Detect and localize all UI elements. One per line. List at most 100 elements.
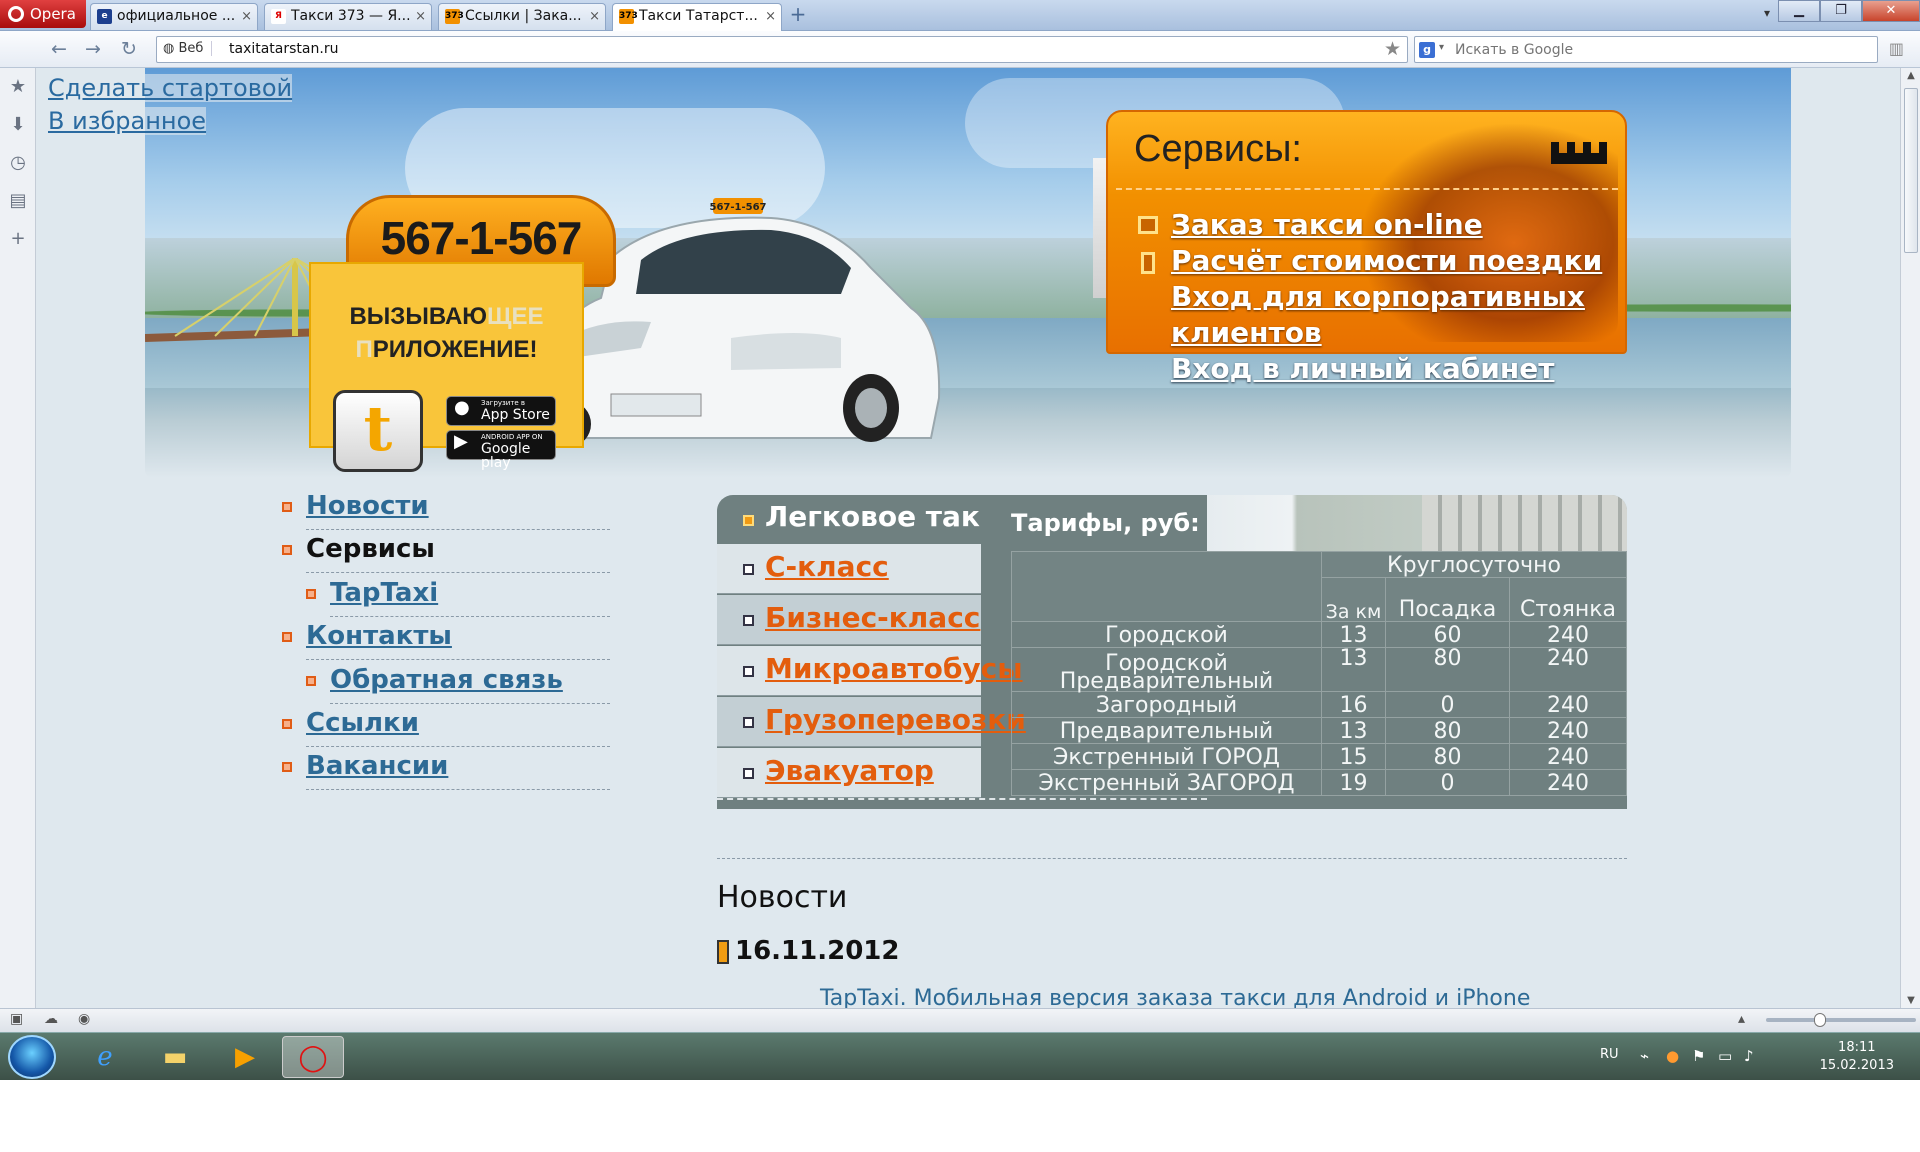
site-badge[interactable]: ◍ Веб xyxy=(163,41,213,56)
search-engine-chevron-icon[interactable]: ▾ xyxy=(1439,42,1444,53)
app-store-button[interactable]: ● Загрузите в App Store xyxy=(446,396,556,426)
zoom-slider[interactable] xyxy=(1766,1013,1916,1027)
bullet-icon xyxy=(743,564,754,575)
tab-title: Ссылки | Зака... xyxy=(465,8,582,24)
tab-0[interactable]: e официальное ... × xyxy=(90,3,258,30)
menu-item-services[interactable]: Сервисы xyxy=(282,529,610,573)
tab-1[interactable]: Я Такси 373 — Я... × xyxy=(264,3,432,30)
g-icon[interactable]: g xyxy=(1419,42,1435,58)
opera-logo-icon xyxy=(8,6,24,22)
table-cell: 13 xyxy=(1321,621,1386,648)
reload-button[interactable]: ↻ xyxy=(116,37,142,61)
downloads-icon[interactable]: ⬇ xyxy=(0,106,36,144)
volume-icon[interactable]: ♪ xyxy=(1744,1047,1754,1065)
category-cargo[interactable]: Грузоперевозки xyxy=(717,697,1026,747)
add-to-favorites-link[interactable]: В избранное xyxy=(48,107,207,135)
menu-item-label: Сервисы xyxy=(306,534,435,564)
fare-calculator-link[interactable]: Расчёт стоимости поездки xyxy=(1171,244,1602,277)
view-options-chevron-icon[interactable]: ▴ xyxy=(1738,1011,1745,1027)
table-cell: 240 xyxy=(1509,717,1627,744)
tab-3-active[interactable]: 373 Такси Татарст... × xyxy=(612,3,782,31)
table-header-group: Круглосуточно xyxy=(1321,551,1627,578)
minimize-button[interactable]: ▁ xyxy=(1778,0,1820,22)
opera-unite-cloud-icon[interactable]: ☁ xyxy=(44,1011,58,1027)
scroll-up-arrow-icon[interactable]: ▲ xyxy=(1901,70,1920,81)
search-input[interactable] xyxy=(1455,40,1865,60)
table-cell: 240 xyxy=(1509,647,1627,692)
menu-item-feedback[interactable]: Обратная связь xyxy=(306,660,610,704)
taptaxi-logo[interactable]: t xyxy=(333,390,423,472)
panel-toggle-icon[interactable]: ▥ xyxy=(1889,39,1904,58)
notes-icon[interactable]: ▤ xyxy=(0,182,36,220)
tab-close-icon[interactable]: × xyxy=(241,4,252,29)
order-taxi-online-link[interactable]: Заказ такси on-line xyxy=(1171,208,1483,241)
start-button[interactable] xyxy=(8,1035,56,1079)
display-icon[interactable]: ▭ xyxy=(1718,1047,1732,1065)
table-cell: Городской xyxy=(1011,621,1322,648)
bullet-icon xyxy=(743,666,754,677)
forward-button[interactable]: → xyxy=(80,37,106,61)
antivirus-icon[interactable]: ● xyxy=(1666,1047,1679,1065)
explorer-folder-icon[interactable]: ▬ xyxy=(144,1036,206,1078)
tab-close-icon[interactable]: × xyxy=(765,4,776,29)
tab-close-icon[interactable]: × xyxy=(415,4,426,29)
turbo-icon[interactable]: ◉ xyxy=(78,1011,90,1027)
language-indicator[interactable]: RU xyxy=(1600,1047,1619,1062)
category-c-class[interactable]: С-класс xyxy=(717,544,981,594)
table-row: Экстренный ЗАГОРОД 19 0 240 xyxy=(1011,769,1627,796)
make-start-page-link[interactable]: Сделать стартовой xyxy=(48,74,293,102)
url-text[interactable]: taxitatarstan.ru xyxy=(229,41,338,57)
bookmarks-star-icon[interactable]: ★ xyxy=(0,68,36,106)
clock[interactable]: 18:11 15.02.2013 xyxy=(1820,1039,1894,1075)
add-panel-icon[interactable]: + xyxy=(0,220,36,258)
bullet-icon xyxy=(743,615,754,626)
news-item-link[interactable]: TapTaxi. Мобильная версия заказа такси д… xyxy=(820,986,1530,1008)
373-icon: 373 xyxy=(619,9,638,24)
opera-menu-button[interactable]: Opera xyxy=(0,0,86,28)
bullet-icon xyxy=(743,515,754,526)
tab-list-chevron-icon[interactable]: ▾ xyxy=(1764,6,1770,20)
app-heading-part: ЩЕЕ xyxy=(487,303,544,330)
category-minibus[interactable]: Микроавтобусы xyxy=(717,646,1023,696)
corporate-login-link[interactable]: Вход для корпоративных xyxy=(1171,280,1585,313)
category-passenger-taxi-active[interactable]: Легковое такси xyxy=(717,495,981,543)
taxi-checker-icon xyxy=(1551,142,1607,164)
address-field[interactable]: ◍ Веб taxitatarstan.ru ★ xyxy=(156,36,1408,63)
vertical-scrollbar[interactable]: ▲ ▼ xyxy=(1900,68,1920,1008)
network-icon[interactable]: ⌁ xyxy=(1640,1047,1649,1065)
app-heading: ВЫЗЫВАЮЩЕЕ ПРИЛОЖЕНИЕ! xyxy=(311,264,582,366)
category-tow-truck[interactable]: Эвакуатор xyxy=(717,748,981,798)
back-button[interactable]: ← xyxy=(46,37,72,61)
corporate-login-link-2[interactable]: клиентов xyxy=(1171,316,1322,349)
window-controls: ▁ ❐ ✕ xyxy=(1778,0,1920,26)
table-cell: 240 xyxy=(1509,769,1627,796)
menu-item-vacancies[interactable]: Вакансии xyxy=(282,746,610,790)
panel-toggle-icon[interactable]: ▣ xyxy=(10,1011,23,1027)
opera-sidebar: ★ ⬇ ◷ ▤ + xyxy=(0,68,36,1008)
scroll-down-arrow-icon[interactable]: ▼ xyxy=(1901,995,1920,1006)
flag-icon[interactable]: ⚑ xyxy=(1692,1047,1705,1065)
google-play-button[interactable]: ▶ ANDROID APP ON Google play xyxy=(446,430,556,470)
media-player-icon[interactable]: ▶ xyxy=(214,1036,276,1078)
internet-explorer-icon[interactable]: e xyxy=(74,1036,136,1078)
address-toolbar: ← → ↻ ◍ Веб taxitatarstan.ru ★ g ▾ ▥ xyxy=(0,31,1920,68)
menu-item-links[interactable]: Ссылки xyxy=(282,703,610,747)
bookmark-star-icon[interactable]: ★ xyxy=(1384,38,1401,60)
history-clock-icon[interactable]: ◷ xyxy=(0,144,36,182)
tab-close-icon[interactable]: × xyxy=(589,4,600,29)
personal-cabinet-link[interactable]: Вход в личный кабинет xyxy=(1171,352,1554,385)
app-heading-part: ВЫЗЫВАЮ xyxy=(349,303,488,330)
new-tab-button[interactable]: + xyxy=(788,4,808,24)
category-business-class[interactable]: Бизнес-класс xyxy=(717,595,981,645)
scroll-thumb[interactable] xyxy=(1904,88,1918,253)
apple-icon: ● xyxy=(454,397,470,418)
close-window-button[interactable]: ✕ xyxy=(1862,0,1920,22)
zoom-slider-knob[interactable] xyxy=(1814,1013,1826,1027)
menu-item-news[interactable]: Новости xyxy=(282,486,610,530)
menu-item-contacts[interactable]: Контакты xyxy=(282,616,610,660)
menu-item-taptaxi[interactable]: TapTaxi xyxy=(306,573,610,617)
search-box[interactable]: g ▾ xyxy=(1414,36,1878,63)
tab-2[interactable]: 373 Ссылки | Зака... × xyxy=(438,3,606,30)
opera-taskbar-icon[interactable]: ◯ xyxy=(282,1036,344,1078)
maximize-button[interactable]: ❐ xyxy=(1820,0,1862,22)
